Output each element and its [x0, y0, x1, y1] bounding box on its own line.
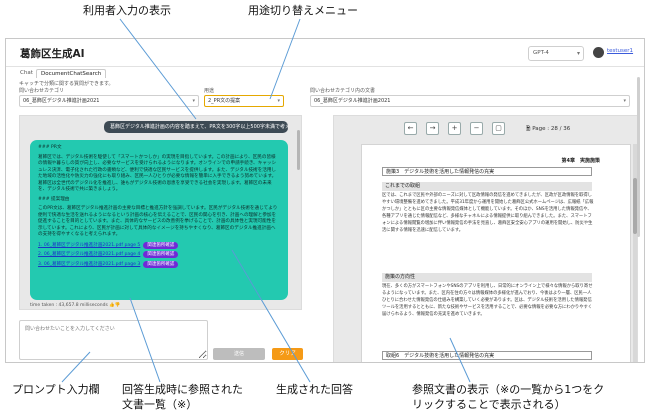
leader-line-answer: [231, 249, 311, 383]
leader-line-references: [129, 297, 161, 383]
leader-line-prompt-input: [61, 351, 91, 383]
callout-leader-lines: [61, 18, 471, 383]
leader-line-usage-menu: [269, 18, 301, 100]
leader-line-ref-doc: [449, 337, 471, 383]
leader-line-user-input: [119, 18, 197, 120]
